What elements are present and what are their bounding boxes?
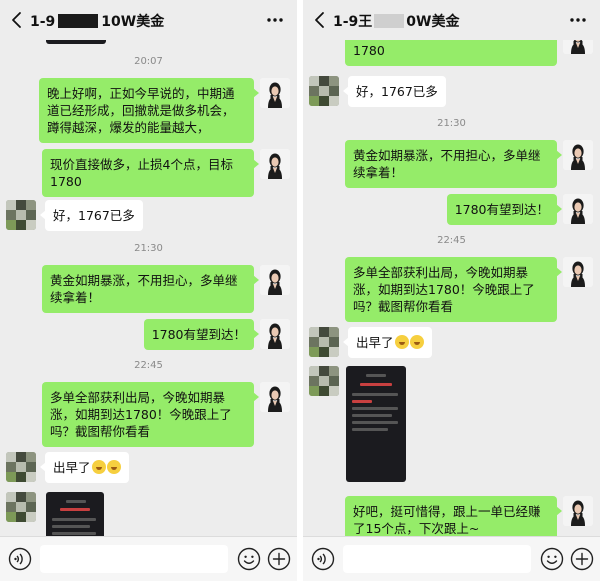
more-dots-icon[interactable] [265, 12, 285, 28]
chat-title-prefix: 1-9 [30, 14, 56, 30]
avatar[interactable] [563, 496, 593, 526]
message-bubble-sent[interactable]: 晚上好啊，正如今早说的，中期通道已经形成，回撤就是做多机会，蹲得越深，爆发的能量… [39, 78, 259, 143]
message-text: 出早了 [356, 335, 394, 350]
message-bubble-received[interactable]: 出早了 [40, 452, 129, 483]
chevron-left-icon[interactable] [8, 10, 26, 30]
timestamp: 22:45 [437, 235, 466, 246]
chat-header: 1-9 10W美金 [0, 0, 297, 40]
voice-icon[interactable] [311, 547, 335, 571]
avatar[interactable] [309, 327, 339, 357]
voice-icon[interactable] [8, 547, 32, 571]
avatar[interactable] [6, 200, 36, 230]
message-bubble-sent[interactable]: 黄金如期暴涨，不用担心，多单继续拿着！ [345, 140, 562, 188]
input-bar [0, 536, 297, 581]
input-bar [303, 536, 600, 581]
plus-icon[interactable] [267, 547, 291, 571]
emoji-icon[interactable] [540, 547, 564, 571]
message-bubble-sent[interactable]: 多单全部获利出局，今晚如期暴涨，如期到达1780！今晚跟上了吗？截图帮你看看 [42, 382, 259, 447]
avatar[interactable] [563, 194, 593, 224]
chat-title-mid: 王 [358, 14, 373, 30]
message-bubble-sent[interactable]: 多单全部获利出局，今晚如期暴涨，如期到达1780！今晚跟上了吗？截图帮你看看 [345, 257, 562, 322]
avatar[interactable] [309, 366, 339, 396]
avatar[interactable] [563, 40, 593, 54]
message-list[interactable]: 20:07 晚上好啊，正如今早说的，中期通道已经形成，回撤就是做多机会，蹲得越深… [0, 40, 297, 536]
timestamp: 20:07 [134, 56, 163, 67]
message-bubble-sent[interactable]: 好吧，挺可惜得，跟上一单已经赚了15个点，下次跟上~ [345, 496, 562, 536]
avatar[interactable] [563, 140, 593, 170]
message-bubble-received[interactable]: 好，1767已多 [343, 76, 446, 107]
avatar[interactable] [6, 492, 36, 522]
message-bubble-received[interactable]: 好，1767已多 [40, 200, 143, 231]
screenshot-image-message[interactable] [46, 492, 104, 536]
chat-title-prefix: 1-9 [333, 14, 359, 30]
message-text: 出早了 [53, 460, 91, 475]
avatar[interactable] [260, 149, 290, 179]
grin-emoji-icon [106, 460, 121, 474]
avatar[interactable] [260, 382, 290, 412]
chat-title: 1-9 10W美金 [30, 11, 164, 31]
chat-title-suffix: 0W美金 [406, 14, 460, 30]
emoji-icon[interactable] [237, 547, 261, 571]
avatar[interactable] [260, 265, 290, 295]
chat-pane-right: 1-9王 0W美金 现价直接做多，止损4个点，目标1780 好，1767已多 21… [303, 0, 600, 581]
avatar[interactable] [260, 78, 290, 108]
plus-icon[interactable] [570, 547, 594, 571]
avatar[interactable] [309, 76, 339, 106]
redaction-mask [58, 14, 99, 28]
grin-emoji-icon [394, 335, 409, 349]
chat-pane-left: 1-9 10W美金 20:07 晚上好啊，正如今早说的，中期通道已经形成，回撤就是… [0, 0, 297, 581]
message-bubble-sent[interactable]: 黄金如期暴涨，不用担心，多单继续拿着！ [42, 265, 259, 313]
grin-emoji-icon [409, 335, 424, 349]
timestamp: 21:30 [134, 243, 163, 254]
message-list[interactable]: 现价直接做多，止损4个点，目标1780 好，1767已多 21:30 黄金如期暴… [303, 40, 600, 536]
screenshot-image-message[interactable] [346, 366, 406, 482]
chat-title: 1-9王 0W美金 [333, 11, 459, 31]
message-input[interactable] [40, 545, 228, 573]
avatar[interactable] [260, 319, 290, 349]
timestamp: 21:30 [437, 118, 466, 129]
more-dots-icon[interactable] [568, 12, 588, 28]
chat-header: 1-9王 0W美金 [303, 0, 600, 40]
message-bubble-sent[interactable]: 现价直接做多，止损4个点，目标1780 [42, 149, 259, 197]
avatar[interactable] [563, 257, 593, 287]
message-bubble-received[interactable]: 出早了 [343, 327, 432, 358]
avatar[interactable] [6, 452, 36, 482]
redaction-mask [374, 14, 405, 28]
chevron-left-icon[interactable] [311, 10, 329, 30]
message-bubble-sent[interactable]: 现价直接做多，止损4个点，目标1780 [345, 40, 557, 66]
timestamp: 22:45 [134, 360, 163, 371]
chat-title-suffix: 10W美金 [101, 14, 165, 30]
grin-emoji-icon [91, 460, 106, 474]
message-input[interactable] [343, 545, 531, 573]
message-bubble-sent[interactable]: 1780有望到达！ [143, 319, 260, 350]
message-bubble-sent[interactable]: 1780有望到达！ [446, 194, 563, 225]
cropped-image-message[interactable] [46, 40, 106, 44]
